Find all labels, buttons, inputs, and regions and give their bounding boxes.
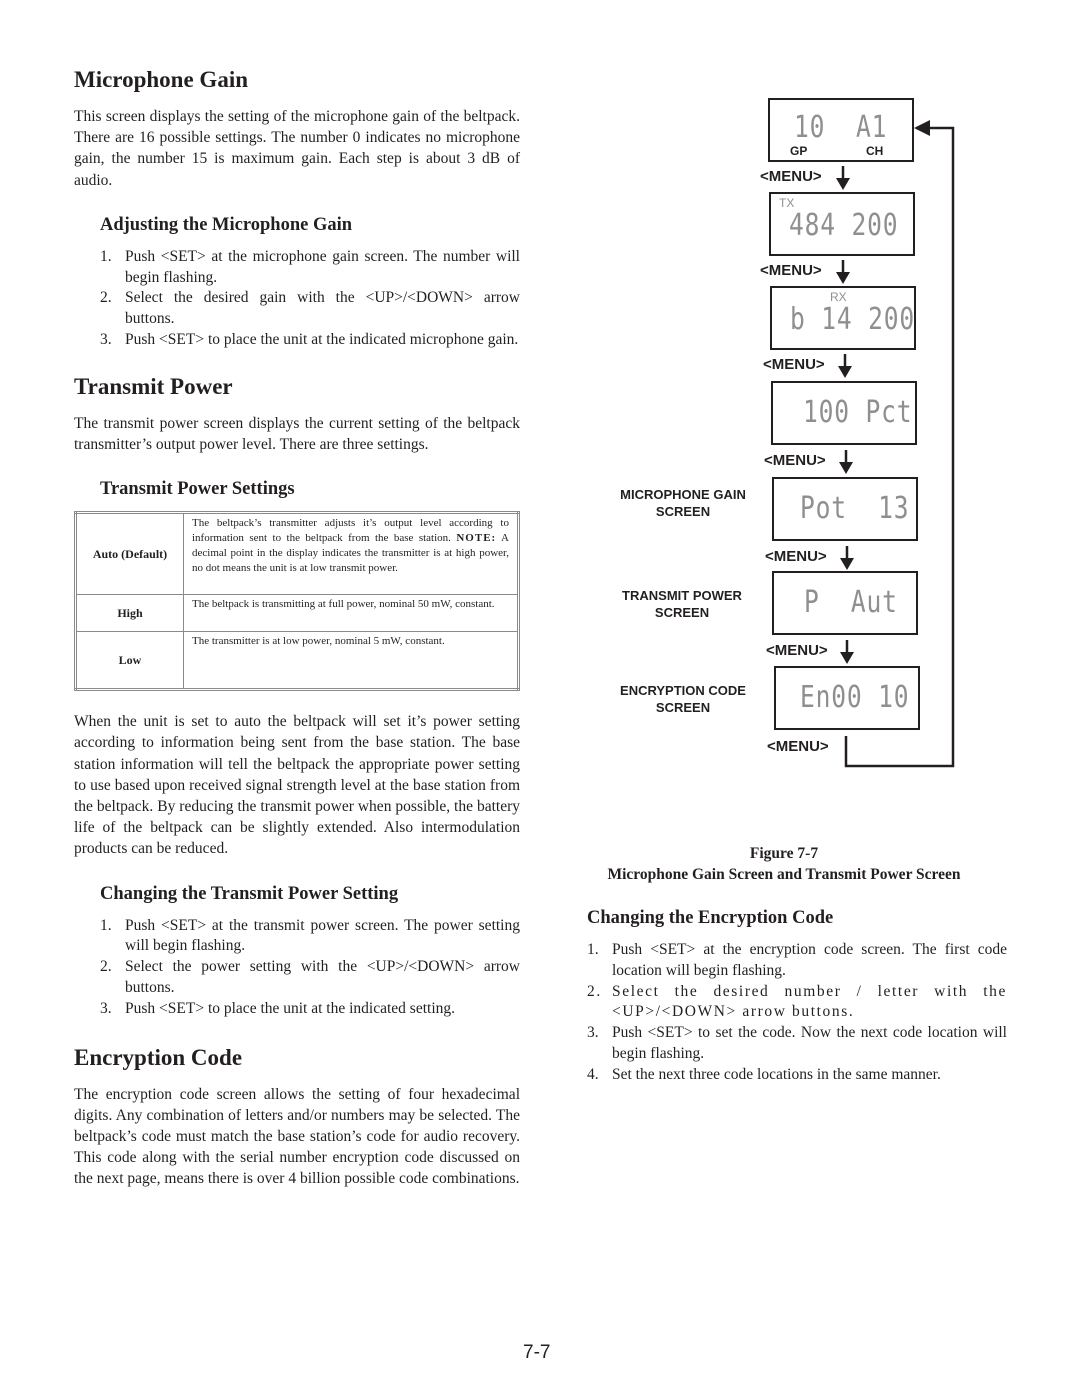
setting-description: The beltpack is transmitting at full pow…: [183, 594, 519, 633]
adjust-mic-gain-heading: Adjusting the Microphone Gain: [100, 214, 353, 235]
lcd-gp-label: GP: [790, 144, 808, 158]
down-arrow-icon: [836, 166, 850, 190]
list-item: 3. Push <SET> to set the code. Now the ne…: [587, 1024, 1007, 1062]
lcd-screen-transmit-power: P Aut: [772, 571, 918, 635]
change-encryption-heading: Changing the Encryption Code: [587, 908, 834, 928]
transmit-power-screen-label: TRANSMIT POWER SCREEN: [622, 588, 742, 620]
transmit-power-table: Auto (Default) The beltpack’s transmitte…: [74, 511, 520, 692]
lcd-rx-value: b 14 200: [790, 302, 916, 337]
lcd-channel-value: A1: [856, 110, 888, 145]
transmit-power-intro: The transmit power screen displays the c…: [74, 414, 520, 453]
lcd-screen-rx: RX b 14 200: [770, 286, 916, 350]
setting-label: Auto (Default): [75, 512, 184, 596]
lcd-tx-value: 484 200: [789, 208, 899, 243]
menu-flow-diagram: 10 A1 GP CH <MENU> TX 484 200 <MENU> RX …: [600, 96, 980, 776]
transmit-power-settings-heading: Transmit Power Settings: [100, 479, 295, 500]
setting-label: High: [75, 594, 184, 633]
lcd-transmit-power-value: P Aut: [804, 585, 898, 620]
table-row: High The beltpack is transmitting at ful…: [75, 594, 519, 633]
lcd-percent-value: 100 Pct: [803, 395, 913, 430]
list-item: 2. Select the desired number / letter wit…: [587, 982, 1007, 1021]
mic-gain-title: Microphone Gain: [74, 67, 249, 92]
list-item: 4. Set the next three code locations in t…: [587, 1065, 941, 1083]
arrowhead-icon: [914, 120, 930, 136]
down-arrow-icon: [839, 450, 853, 474]
list-item: 1. Push <SET> at the transmit power scree…: [100, 916, 520, 955]
list-item: 3. Push <SET> to place the unit at the in…: [100, 999, 456, 1017]
note-label: NOTE:: [456, 532, 497, 545]
lcd-encryption-value: En00 10: [800, 680, 910, 715]
list-item: 3. Push <SET> to place the unit at the in…: [100, 331, 519, 348]
list-item: 2. Select the power setting with the <UP>…: [100, 958, 520, 997]
down-arrow-icon: [838, 354, 852, 378]
setting-description: The beltpack’s transmitter adjusts it’s …: [183, 512, 519, 596]
adjust-mic-gain-steps: 1. Push <SET> at the microphone gain scre…: [74, 247, 520, 351]
menu-label: <MENU>: [764, 452, 826, 469]
figure-number: Figure 7-7: [749, 845, 819, 862]
change-power-steps: 1. Push <SET> at the transmit power scree…: [74, 916, 520, 1020]
menu-label: <MENU>: [765, 548, 827, 565]
lcd-screen-percent: 100 Pct: [771, 381, 917, 445]
encryption-intro: The encryption code screen allows the se…: [74, 1085, 520, 1188]
setting-description: The transmitter is at low power, nominal…: [183, 631, 519, 691]
lcd-mic-gain-value: Pot 13: [800, 491, 910, 526]
lcd-screen-group-channel: 10 A1 GP CH: [768, 98, 914, 162]
lcd-screen-tx: TX 484 200: [769, 192, 915, 256]
menu-label: <MENU>: [760, 168, 822, 185]
menu-label: <MENU>: [763, 356, 825, 373]
list-item: 2. Select the desired gain with the <UP>/…: [100, 289, 520, 328]
encryption-screen-label: ENCRYPTION CODE SCREEN: [620, 683, 746, 715]
transmit-power-title: Transmit Power: [74, 373, 233, 399]
lcd-screen-encryption: En00 10: [774, 666, 920, 730]
menu-label: <MENU>: [766, 642, 828, 659]
auto-power-paragraph: When the unit is set to auto the beltpac…: [74, 713, 520, 858]
lcd-group-value: 10: [794, 110, 826, 145]
change-encryption-steps: 1. Push <SET> at the encryption code scre…: [587, 940, 1007, 1086]
down-arrow-icon: [836, 260, 850, 284]
left-column: Microphone Gain This screen displays the…: [74, 66, 520, 1190]
menu-label: <MENU>: [767, 738, 829, 755]
setting-label: Low: [75, 631, 184, 691]
menu-label: <MENU>: [760, 262, 822, 279]
right-column: Changing the Encryption Code 1. Push <SET…: [587, 906, 1007, 1086]
list-item: 1. Push <SET> at the microphone gain scre…: [100, 247, 520, 286]
page-number: 7-7: [523, 1342, 551, 1363]
figure-title: Microphone Gain Screen and Transmit Powe…: [607, 866, 961, 883]
down-arrow-icon: [840, 640, 854, 664]
encryption-title: Encryption Code: [74, 1044, 243, 1070]
lcd-screen-mic-gain: Pot 13: [772, 477, 918, 541]
table-row: Auto (Default) The beltpack’s transmitte…: [75, 512, 519, 596]
change-power-heading: Changing the Transmit Power Setting: [100, 883, 399, 904]
down-arrow-icon: [840, 546, 854, 570]
list-item: 1. Push <SET> at the encryption code scre…: [587, 941, 1007, 979]
mic-gain-intro: This screen displays the setting of the …: [74, 108, 520, 189]
lcd-ch-label: CH: [866, 144, 884, 158]
figure-caption: Figure 7-7 Microphone Gain Screen and Tr…: [572, 843, 996, 885]
mic-gain-screen-label: MICROPHONE GAIN SCREEN: [620, 487, 746, 519]
table-row: Low The transmitter is at low power, nom…: [75, 631, 519, 691]
